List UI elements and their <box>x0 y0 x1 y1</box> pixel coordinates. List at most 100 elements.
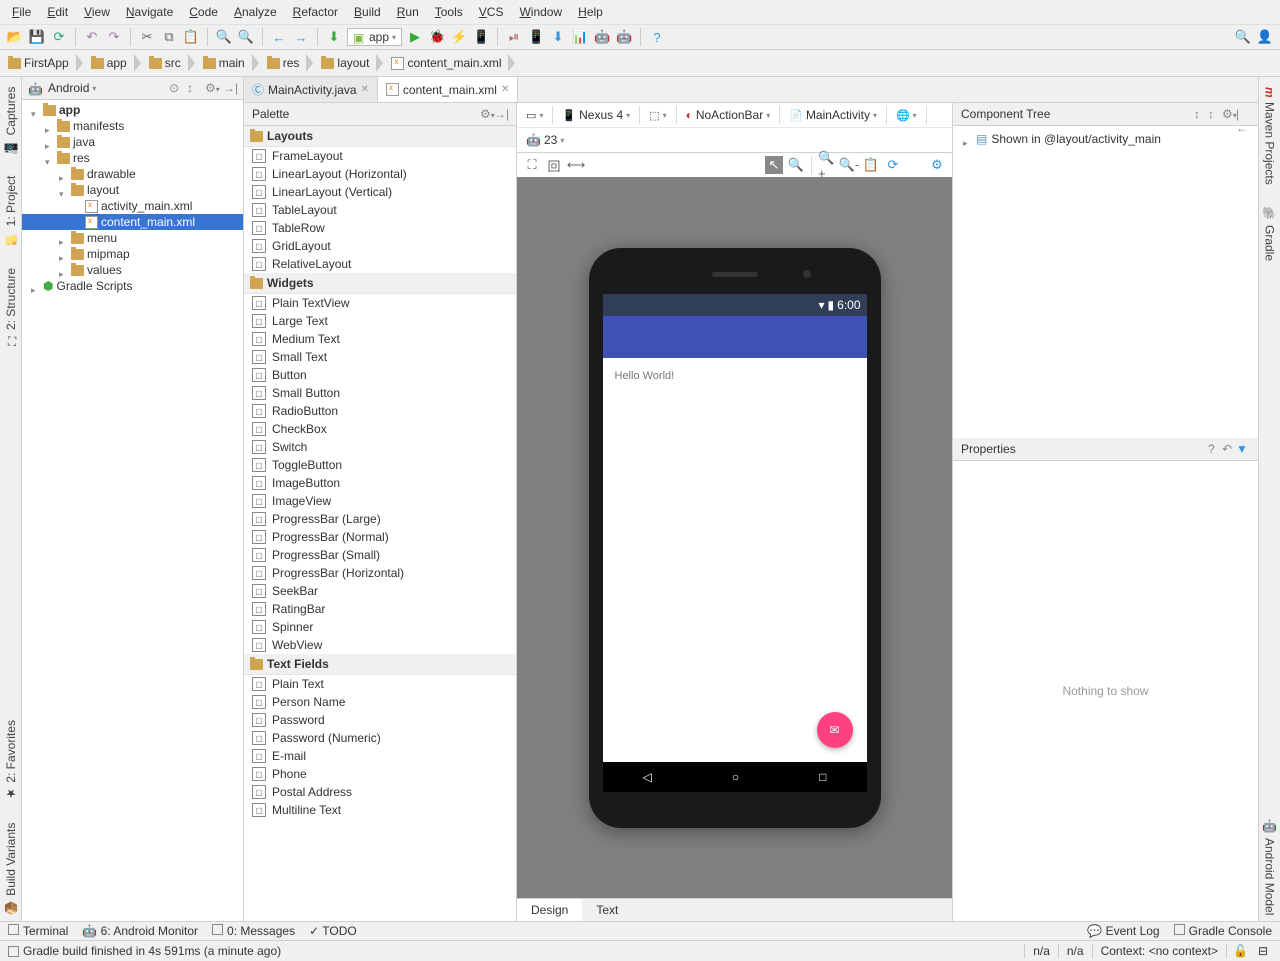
messages-tab[interactable]: 0: Messages <box>212 924 295 938</box>
hide-icon[interactable]: →| <box>223 81 237 95</box>
structure-tab[interactable]: ⛶2: Structure <box>2 262 20 352</box>
palette-item[interactable]: ▢Plain TextView <box>244 294 516 312</box>
project-view-selector[interactable]: Android ▾ <box>45 80 99 96</box>
palette-item[interactable]: ▢Person Name <box>244 693 516 711</box>
palette-item[interactable]: ▢ProgressBar (Large) <box>244 510 516 528</box>
zoomout-icon[interactable]: 🔍- <box>840 156 858 174</box>
props-help-icon[interactable]: ? <box>1208 442 1222 456</box>
palette-group[interactable]: Text Fields <box>244 654 516 675</box>
palette-hide-icon[interactable]: →| <box>494 107 508 121</box>
tree-values[interactable]: values <box>22 262 243 278</box>
tree-menu[interactable]: menu <box>22 230 243 246</box>
breadcrumb-item[interactable]: app <box>87 52 145 74</box>
zoomin-icon[interactable]: 🔍+ <box>818 156 836 174</box>
refresh-icon[interactable]: ⟳ <box>884 156 902 174</box>
user-icon[interactable]: 👤 <box>1256 28 1274 46</box>
menu-window[interactable]: Window <box>511 2 570 22</box>
tree-java[interactable]: java <box>22 134 243 150</box>
forward-icon[interactable]: → <box>292 28 310 46</box>
palette-item[interactable]: ▢Switch <box>244 438 516 456</box>
config-icon[interactable]: ⬚▾ <box>644 107 671 124</box>
palette-item[interactable]: ▢RadioButton <box>244 402 516 420</box>
gradle-console-tab[interactable]: Gradle Console <box>1174 924 1272 938</box>
android-icon[interactable]: 🤖 <box>593 28 611 46</box>
menu-vcs[interactable]: VCS <box>471 2 512 22</box>
palette-group[interactable]: Layouts <box>244 126 516 147</box>
sync-icon[interactable]: ⟳ <box>50 28 68 46</box>
api-selector[interactable]: 🤖23▾ <box>521 131 569 149</box>
redo-icon[interactable]: ↷ <box>105 28 123 46</box>
breadcrumb-item[interactable]: content_main.xml <box>387 52 519 74</box>
tree-gradle-scripts[interactable]: ⬢Gradle Scripts <box>22 278 243 294</box>
tab-text[interactable]: Text <box>582 899 632 921</box>
palette-item[interactable]: ▢Password (Numeric) <box>244 729 516 747</box>
autofit-icon[interactable]: ⛶ <box>523 156 541 174</box>
menu-code[interactable]: Code <box>181 2 226 22</box>
palette-item[interactable]: ▢Button <box>244 366 516 384</box>
menu-file[interactable]: File <box>4 2 39 22</box>
ct-gear-icon[interactable]: ⚙▾ <box>1222 107 1236 121</box>
theme-selector[interactable]: ◐NoActionBar▾ <box>681 106 776 124</box>
design-settings-icon[interactable]: ⚙ <box>928 156 946 174</box>
palette-gear-icon[interactable]: ⚙▾ <box>480 107 494 121</box>
build-variants-tab[interactable]: 📦Build Variants <box>2 817 20 921</box>
palette-item[interactable]: ▢Large Text <box>244 312 516 330</box>
palette-item[interactable]: ▢Medium Text <box>244 330 516 348</box>
palette-item[interactable]: ▢TableLayout <box>244 201 516 219</box>
menu-edit[interactable]: Edit <box>39 2 76 22</box>
palette-item[interactable]: ▢Postal Address <box>244 783 516 801</box>
breadcrumb-item[interactable]: FirstApp <box>4 52 87 74</box>
captures-tab[interactable]: 📷Captures <box>2 81 20 160</box>
mem-icon[interactable]: ⊟ <box>1254 944 1272 958</box>
close-icon[interactable]: ✕ <box>361 84 369 95</box>
palette-item[interactable]: ▢ImageView <box>244 492 516 510</box>
palette-item[interactable]: ▢Password <box>244 711 516 729</box>
tree-layout[interactable]: layout <box>22 182 243 198</box>
ct-hide-icon[interactable]: |← <box>1236 107 1250 121</box>
favorites-tab[interactable]: ★2: Favorites <box>2 714 20 807</box>
blueprint-icon[interactable]: 回 <box>545 156 563 174</box>
debug-icon[interactable]: 🐞 <box>428 28 446 46</box>
tab-design[interactable]: Design <box>517 899 582 921</box>
component-tree-root[interactable]: ▤ Shown in @layout/activity_main <box>957 130 1254 148</box>
open-icon[interactable]: 📂 <box>6 28 24 46</box>
avd-icon[interactable]: 📱 <box>527 28 545 46</box>
sdk-icon[interactable]: ⬇ <box>549 28 567 46</box>
palette-item[interactable]: ▢Plain Text <box>244 675 516 693</box>
orientation-icon[interactable]: ▭▾ <box>521 107 548 124</box>
apply-changes-icon[interactable]: ⚡ <box>450 28 468 46</box>
menu-navigate[interactable]: Navigate <box>118 2 181 22</box>
palette-item[interactable]: ▢TableRow <box>244 219 516 237</box>
cut-icon[interactable]: ✂ <box>138 28 156 46</box>
palette-item[interactable]: ▢ProgressBar (Horizontal) <box>244 564 516 582</box>
project-tab[interactable]: 📁1: Project <box>2 170 20 251</box>
fitwidth-icon[interactable]: ⟷ <box>567 156 585 174</box>
palette-item[interactable]: ▢Multiline Text <box>244 801 516 819</box>
palette-item[interactable]: ▢ProgressBar (Small) <box>244 546 516 564</box>
tree-mipmap[interactable]: mipmap <box>22 246 243 262</box>
android-model-tab[interactable]: 🤖Android Model <box>1261 813 1279 921</box>
breadcrumb-item[interactable]: main <box>199 52 263 74</box>
find-icon[interactable]: 🔍 <box>215 28 233 46</box>
palette-item[interactable]: ▢Small Button <box>244 384 516 402</box>
terminal-tab[interactable]: Terminal <box>8 924 68 938</box>
palette-item[interactable]: ▢ProgressBar (Normal) <box>244 528 516 546</box>
monitor-icon[interactable]: 📊 <box>571 28 589 46</box>
replace-icon[interactable]: 🔍 <box>237 28 255 46</box>
menu-tools[interactable]: Tools <box>427 2 471 22</box>
breadcrumb-item[interactable]: layout <box>317 52 387 74</box>
design-canvas[interactable]: ▾ ▮ 6:00 Hello World! ✉ ◁ ○ <box>517 177 952 898</box>
scroll-to-icon[interactable]: ⊙ <box>169 81 183 95</box>
tree-drawable[interactable]: drawable <box>22 166 243 182</box>
maven-tab[interactable]: mMaven Projects <box>1261 81 1279 190</box>
todo-tab[interactable]: ✓ TODO <box>309 924 357 938</box>
device-selector[interactable]: 📱Nexus 4▾ <box>557 106 635 124</box>
android-monitor-tab[interactable]: 🤖 6: Android Monitor <box>82 924 198 938</box>
palette-item[interactable]: ▢ToggleButton <box>244 456 516 474</box>
run-icon[interactable]: ▶ <box>406 28 424 46</box>
paste-icon[interactable]: 📋 <box>182 28 200 46</box>
run-config-combo[interactable]: ▣ app ▾ <box>347 28 402 46</box>
undo-icon[interactable]: ↶ <box>83 28 101 46</box>
event-log-tab[interactable]: 💬 Event Log <box>1087 924 1159 938</box>
make-icon[interactable]: ⬇ <box>325 28 343 46</box>
